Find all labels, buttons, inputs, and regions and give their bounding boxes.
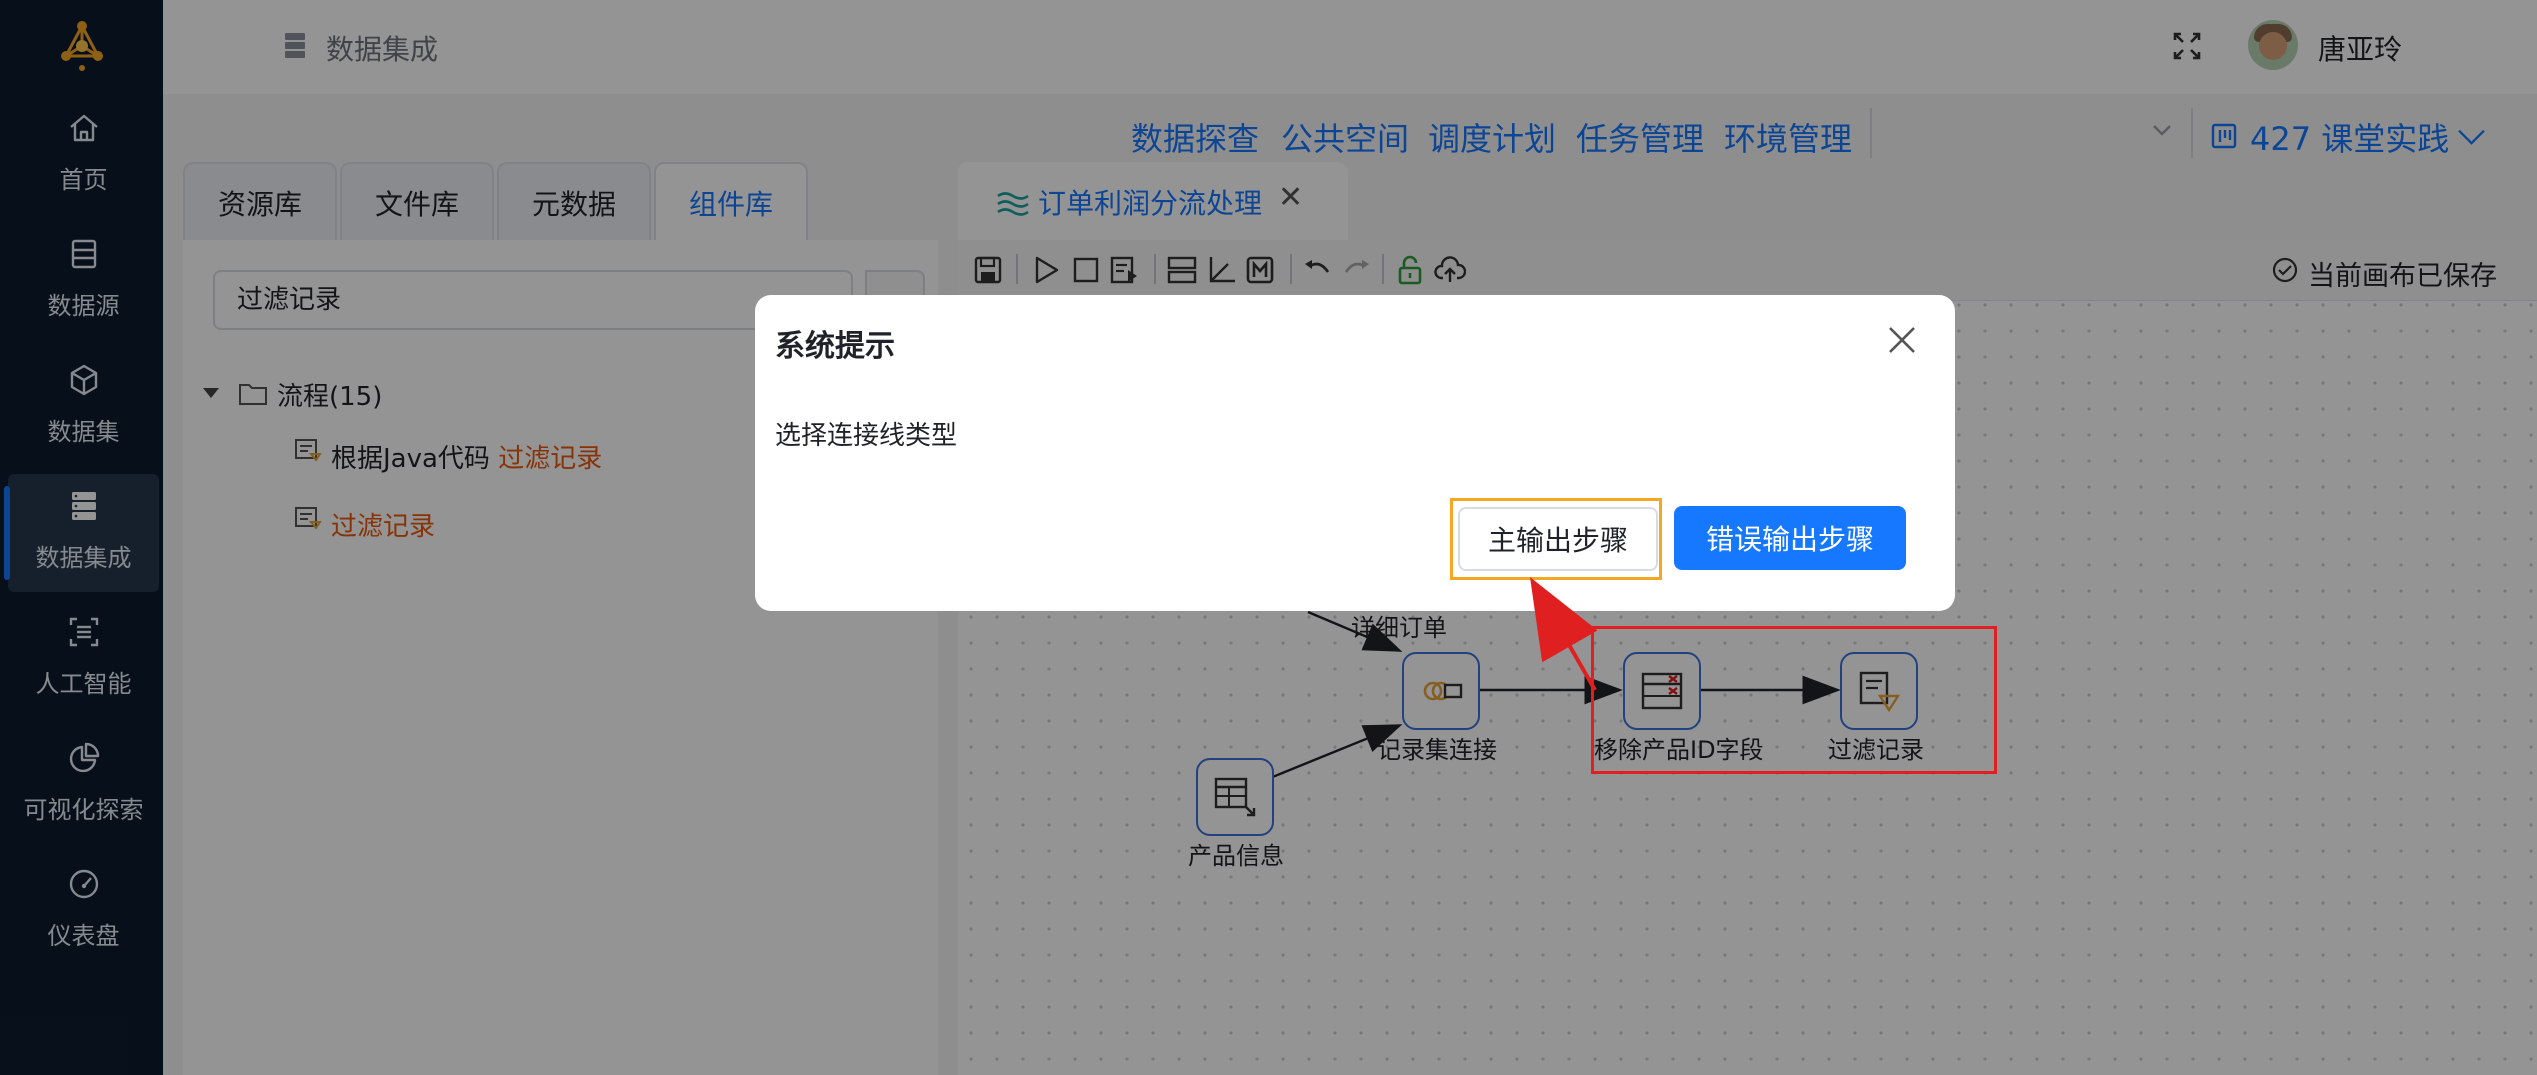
close-icon[interactable] (1885, 323, 1919, 357)
error-output-step-button[interactable]: 错误输出步骤 (1674, 506, 1906, 570)
dialog-title: 系统提示 (775, 329, 895, 364)
annotation-highlight-box (1450, 498, 1662, 580)
annotation-highlight-box (1591, 626, 1997, 774)
dialog-message: 选择连接线类型 (775, 421, 958, 451)
system-prompt-dialog: 系统提示 选择连接线类型 主输出步骤 错误输出步骤 (755, 295, 1955, 611)
